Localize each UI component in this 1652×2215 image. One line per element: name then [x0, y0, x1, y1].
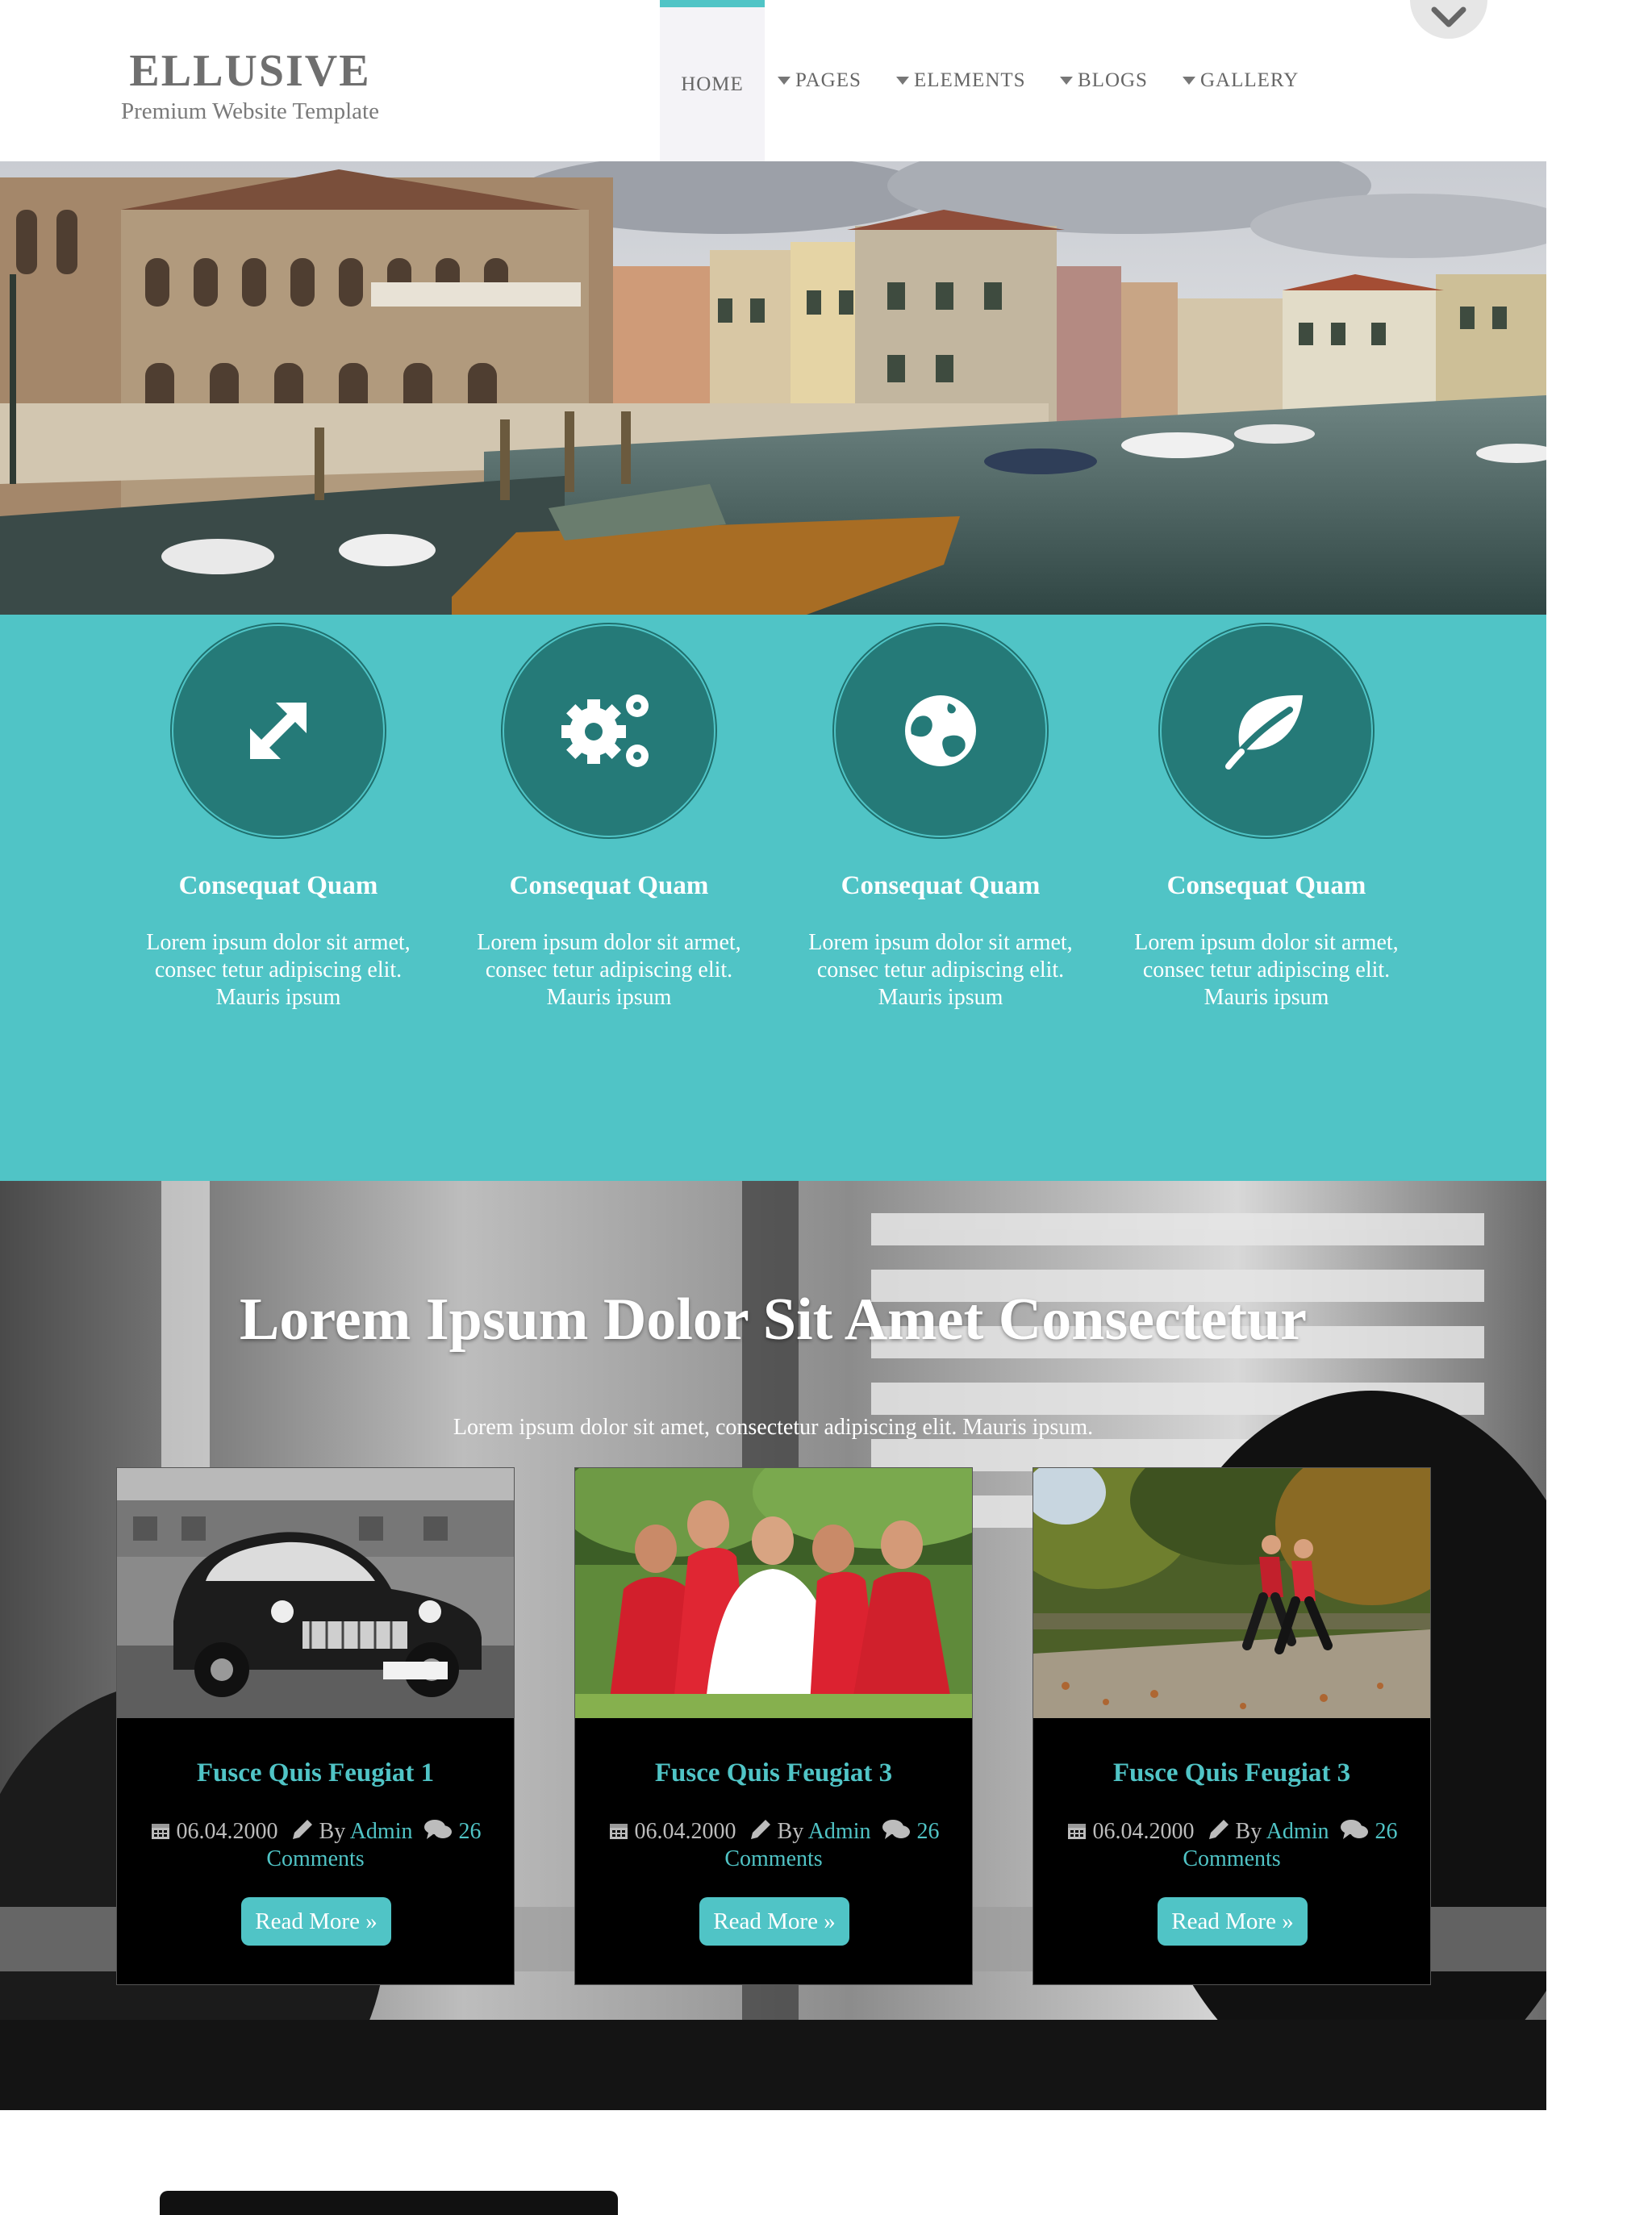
nav-pages-label: PAGES [795, 69, 861, 91]
read-more-button[interactable]: Read More » [241, 1897, 391, 1946]
read-more-button[interactable]: Read More » [1158, 1897, 1308, 1946]
caret-down-icon [896, 77, 909, 85]
post-card: Fusce Quis Feugiat 1 06.04.2000 By Admin… [116, 1467, 515, 1985]
post-meta: 06.04.2000 By Admin 26 Comments [591, 1818, 956, 1873]
resize-arrows-icon [250, 703, 307, 759]
post-comments-label[interactable]: Comments [724, 1846, 822, 1871]
post-comments-count[interactable]: 26 [458, 1819, 481, 1844]
post-comments-label[interactable]: Comments [266, 1846, 364, 1871]
post-title[interactable]: Fusce Quis Feugiat 3 [1033, 1758, 1430, 1788]
post-thumbnail[interactable] [117, 1468, 514, 1718]
chevron-down-icon [1431, 6, 1466, 27]
pencil-icon [1208, 1820, 1229, 1839]
nav-elements-label: ELEMENTS [914, 69, 1026, 91]
nav-item-home[interactable]: HOME [660, 0, 765, 161]
feature-title: Consequat Quam [178, 871, 378, 900]
nav-item-pages[interactable]: PAGES [778, 0, 861, 161]
comments-icon [882, 1820, 911, 1839]
runners-in-park-photo [1033, 1468, 1430, 1718]
feature-icon-circle[interactable] [175, 628, 382, 834]
site-header: ELLUSIVE Premium Website Template HOME P… [0, 0, 1546, 161]
nav-item-elements[interactable]: ELEMENTS [896, 0, 1026, 161]
post-title[interactable]: Fusce Quis Feugiat 1 [117, 1758, 514, 1788]
feature-title: Consequat Quam [1166, 871, 1366, 900]
post-by-label: By [1235, 1819, 1262, 1844]
post-date: 06.04.2000 [634, 1819, 736, 1844]
calendar-icon [1067, 1824, 1086, 1839]
comments-icon [424, 1820, 453, 1839]
feature-text: Lorem ipsum dolor sit armet, consec tetu… [808, 930, 1073, 1010]
nav-item-gallery[interactable]: GALLERY [1183, 0, 1299, 161]
feature-icon-circle[interactable] [837, 628, 1044, 834]
nav-home-label: HOME [681, 73, 744, 95]
nav-blogs-label: BLOGS [1078, 69, 1148, 91]
post-by-label: By [777, 1819, 804, 1844]
calendar-icon [151, 1824, 169, 1839]
post-meta: 06.04.2000 By Admin 26 Comments [133, 1818, 498, 1873]
posts-subheading: Lorem ipsum dolor sit amet, consectetur … [453, 1415, 1094, 1440]
globe-icon [905, 695, 976, 766]
pencil-icon [750, 1820, 770, 1839]
post-by-label: By [319, 1819, 346, 1844]
posts-heading: Lorem Ipsum Dolor Sit Amet Consectetur [240, 1287, 1307, 1353]
next-section-image[interactable] [160, 2191, 618, 2215]
hero-image [0, 161, 1546, 615]
post-author-link[interactable]: Admin [808, 1819, 871, 1844]
canal-scene-illustration [0, 161, 1546, 615]
logo-title[interactable]: ELLUSIVE [73, 45, 428, 97]
comments-icon [1341, 1820, 1369, 1839]
logo-tagline: Premium Website Template [121, 98, 379, 124]
feature-text: Lorem ipsum dolor sit armet, consec tetu… [1134, 930, 1399, 1010]
caret-down-icon [1183, 77, 1195, 85]
feature-text: Lorem ipsum dolor sit armet, consec tetu… [146, 930, 411, 1010]
post-comments-count[interactable]: 26 [1375, 1819, 1397, 1844]
post-date: 06.04.2000 [176, 1819, 278, 1844]
caret-down-icon [778, 77, 791, 85]
post-author-link[interactable]: Admin [350, 1819, 413, 1844]
gears-icon [561, 695, 649, 767]
pencil-icon [292, 1820, 312, 1839]
posts-section: Lorem Ipsum Dolor Sit Amet Consectetur L… [0, 1181, 1546, 2110]
feature-title: Consequat Quam [509, 871, 709, 900]
nav-gallery-label: GALLERY [1200, 69, 1299, 91]
scroll-toggle-button[interactable] [1410, 0, 1487, 39]
read-more-button[interactable]: Read More » [699, 1897, 849, 1946]
post-author-link[interactable]: Admin [1266, 1819, 1329, 1844]
caret-down-icon [1060, 77, 1073, 85]
bridal-party-photo [575, 1468, 972, 1718]
post-title[interactable]: Fusce Quis Feugiat 3 [575, 1758, 972, 1788]
post-thumbnail[interactable] [1033, 1468, 1430, 1718]
post-thumbnail[interactable] [575, 1468, 972, 1718]
post-date: 06.04.2000 [1092, 1819, 1195, 1844]
post-card: Fusce Quis Feugiat 3 06.04.2000 By Admin… [574, 1467, 973, 1985]
post-comments-count[interactable]: 26 [916, 1819, 939, 1844]
calendar-icon [609, 1824, 628, 1839]
nav-item-blogs[interactable]: BLOGS [1060, 0, 1148, 161]
feature-text: Lorem ipsum dolor sit armet, consec tetu… [477, 930, 741, 1010]
feature-icon-circle[interactable] [506, 628, 712, 834]
post-card: Fusce Quis Feugiat 3 06.04.2000 By Admin… [1032, 1467, 1431, 1985]
post-comments-label[interactable]: Comments [1183, 1846, 1280, 1871]
leaf-icon [1225, 695, 1303, 770]
snowy-car-photo [117, 1468, 514, 1718]
feature-title: Consequat Quam [841, 871, 1041, 900]
feature-icon-circle[interactable] [1163, 628, 1370, 834]
post-meta: 06.04.2000 By Admin 26 Comments [1049, 1818, 1414, 1873]
features-section: Consequat Quam Lorem ipsum dolor sit arm… [0, 615, 1546, 1181]
